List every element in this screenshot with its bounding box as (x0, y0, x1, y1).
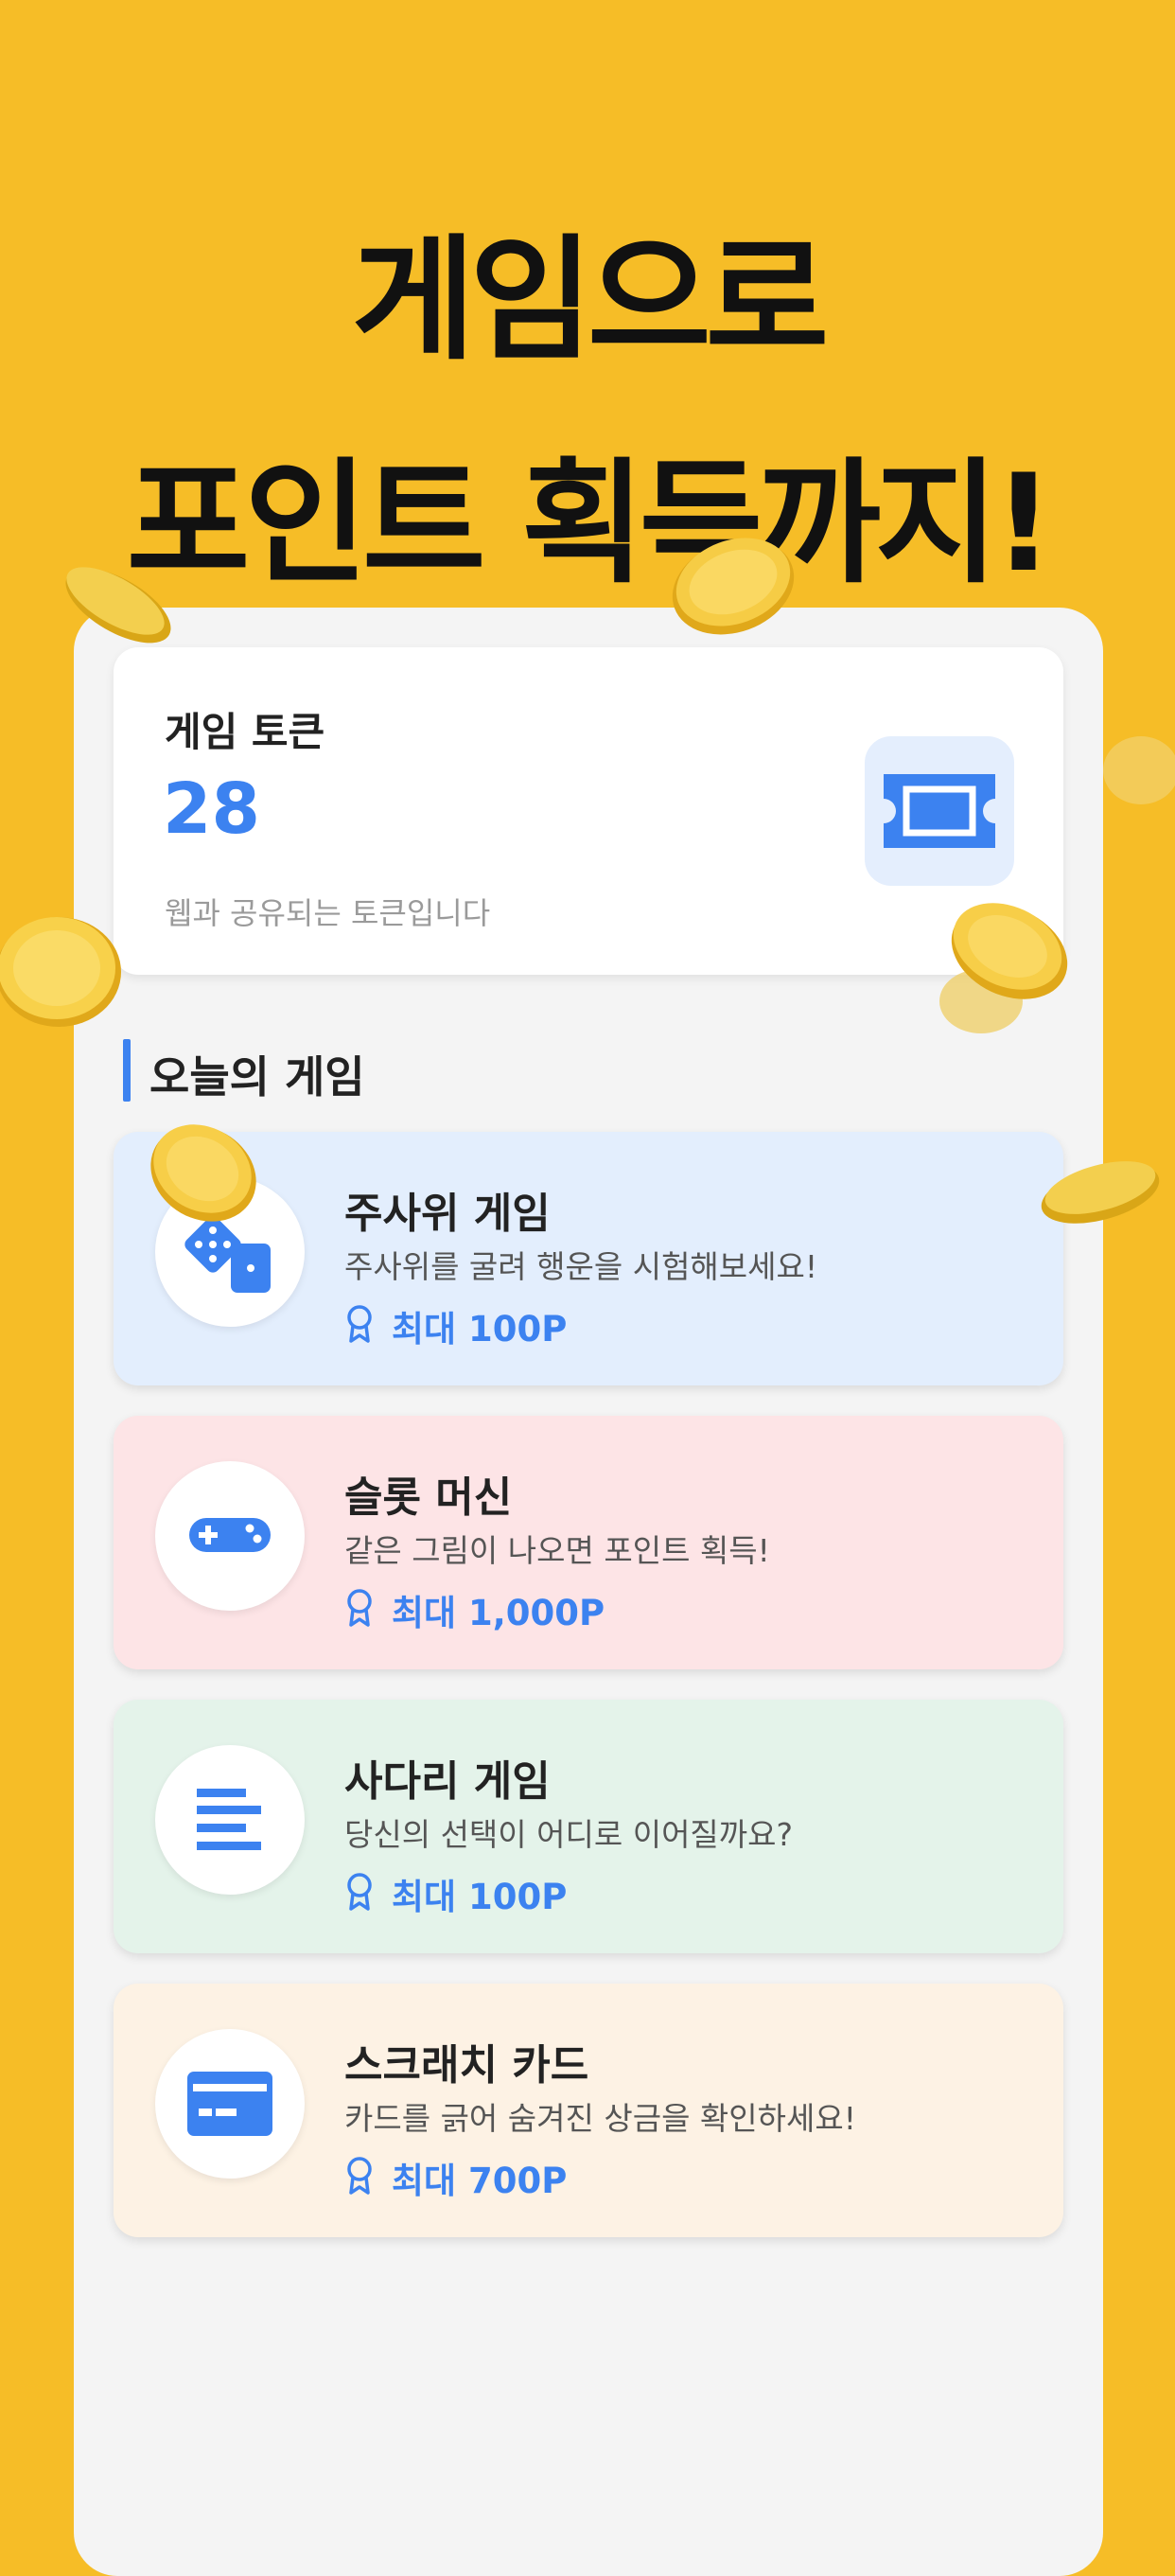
coin-decoration (0, 917, 121, 1027)
game-description: 당신의 선택이 어디로 이어질까요? (344, 1816, 794, 1853)
game-card-slot[interactable]: 슬롯 머신 같은 그림이 나오면 포인트 획득! 최대 1,000P (114, 1416, 1063, 1669)
card-icon (155, 2029, 305, 2179)
token-description: 웹과 공유되는 토큰입니다 (165, 895, 491, 931)
game-title: 슬롯 머신 (344, 1473, 513, 1522)
coin-decoration (65, 567, 171, 644)
reward-text: 최대 700P (392, 2161, 568, 2201)
reward-text: 최대 1,000P (392, 1593, 605, 1633)
reward-text: 최대 100P (392, 1877, 568, 1917)
game-description: 카드를 긁어 숨겨진 상금을 확인하세요! (344, 2100, 856, 2137)
coin-decoration (150, 1124, 256, 1222)
coin-decoration (672, 538, 795, 635)
ticket-icon (865, 736, 1014, 886)
token-title: 게임 토큰 (165, 709, 325, 755)
game-description: 주사위를 굴려 행운을 시험해보세요! (344, 1248, 818, 1285)
gamepad-icon (155, 1461, 305, 1611)
token-count: 28 (163, 768, 260, 850)
game-title: 스크래치 카드 (344, 2041, 589, 2090)
reward-badge-icon (347, 1305, 372, 1343)
coin-decoration (1041, 1161, 1160, 1224)
game-title: 사다리 게임 (344, 1757, 551, 1806)
game-token-card[interactable]: 게임 토큰 28 웹과 공유되는 토큰입니다 (114, 647, 1063, 975)
reward-text: 최대 100P (392, 1309, 568, 1350)
reward-badge-icon (347, 2157, 372, 2195)
coin-decoration (939, 903, 1068, 1033)
game-card-scratch[interactable]: 스크래치 카드 카드를 긁어 숨겨진 상금을 확인하세요! 최대 700P (114, 1984, 1063, 2237)
section-accent-bar (123, 1039, 131, 1102)
game-title: 주사위 게임 (344, 1190, 551, 1238)
section-title: 오늘의 게임 (149, 1051, 365, 1103)
reward-badge-icon (347, 1873, 372, 1911)
reward-badge-icon (347, 1589, 372, 1627)
headline-line-1: 게임으로 (351, 222, 830, 379)
ladder-lines-icon (155, 1745, 305, 1895)
coin-decoration (1103, 736, 1175, 804)
game-card-ladder[interactable]: 사다리 게임 당신의 선택이 어디로 이어질까요? 최대 100P (114, 1700, 1063, 1953)
game-description: 같은 그림이 나오면 포인트 획득! (344, 1532, 770, 1569)
